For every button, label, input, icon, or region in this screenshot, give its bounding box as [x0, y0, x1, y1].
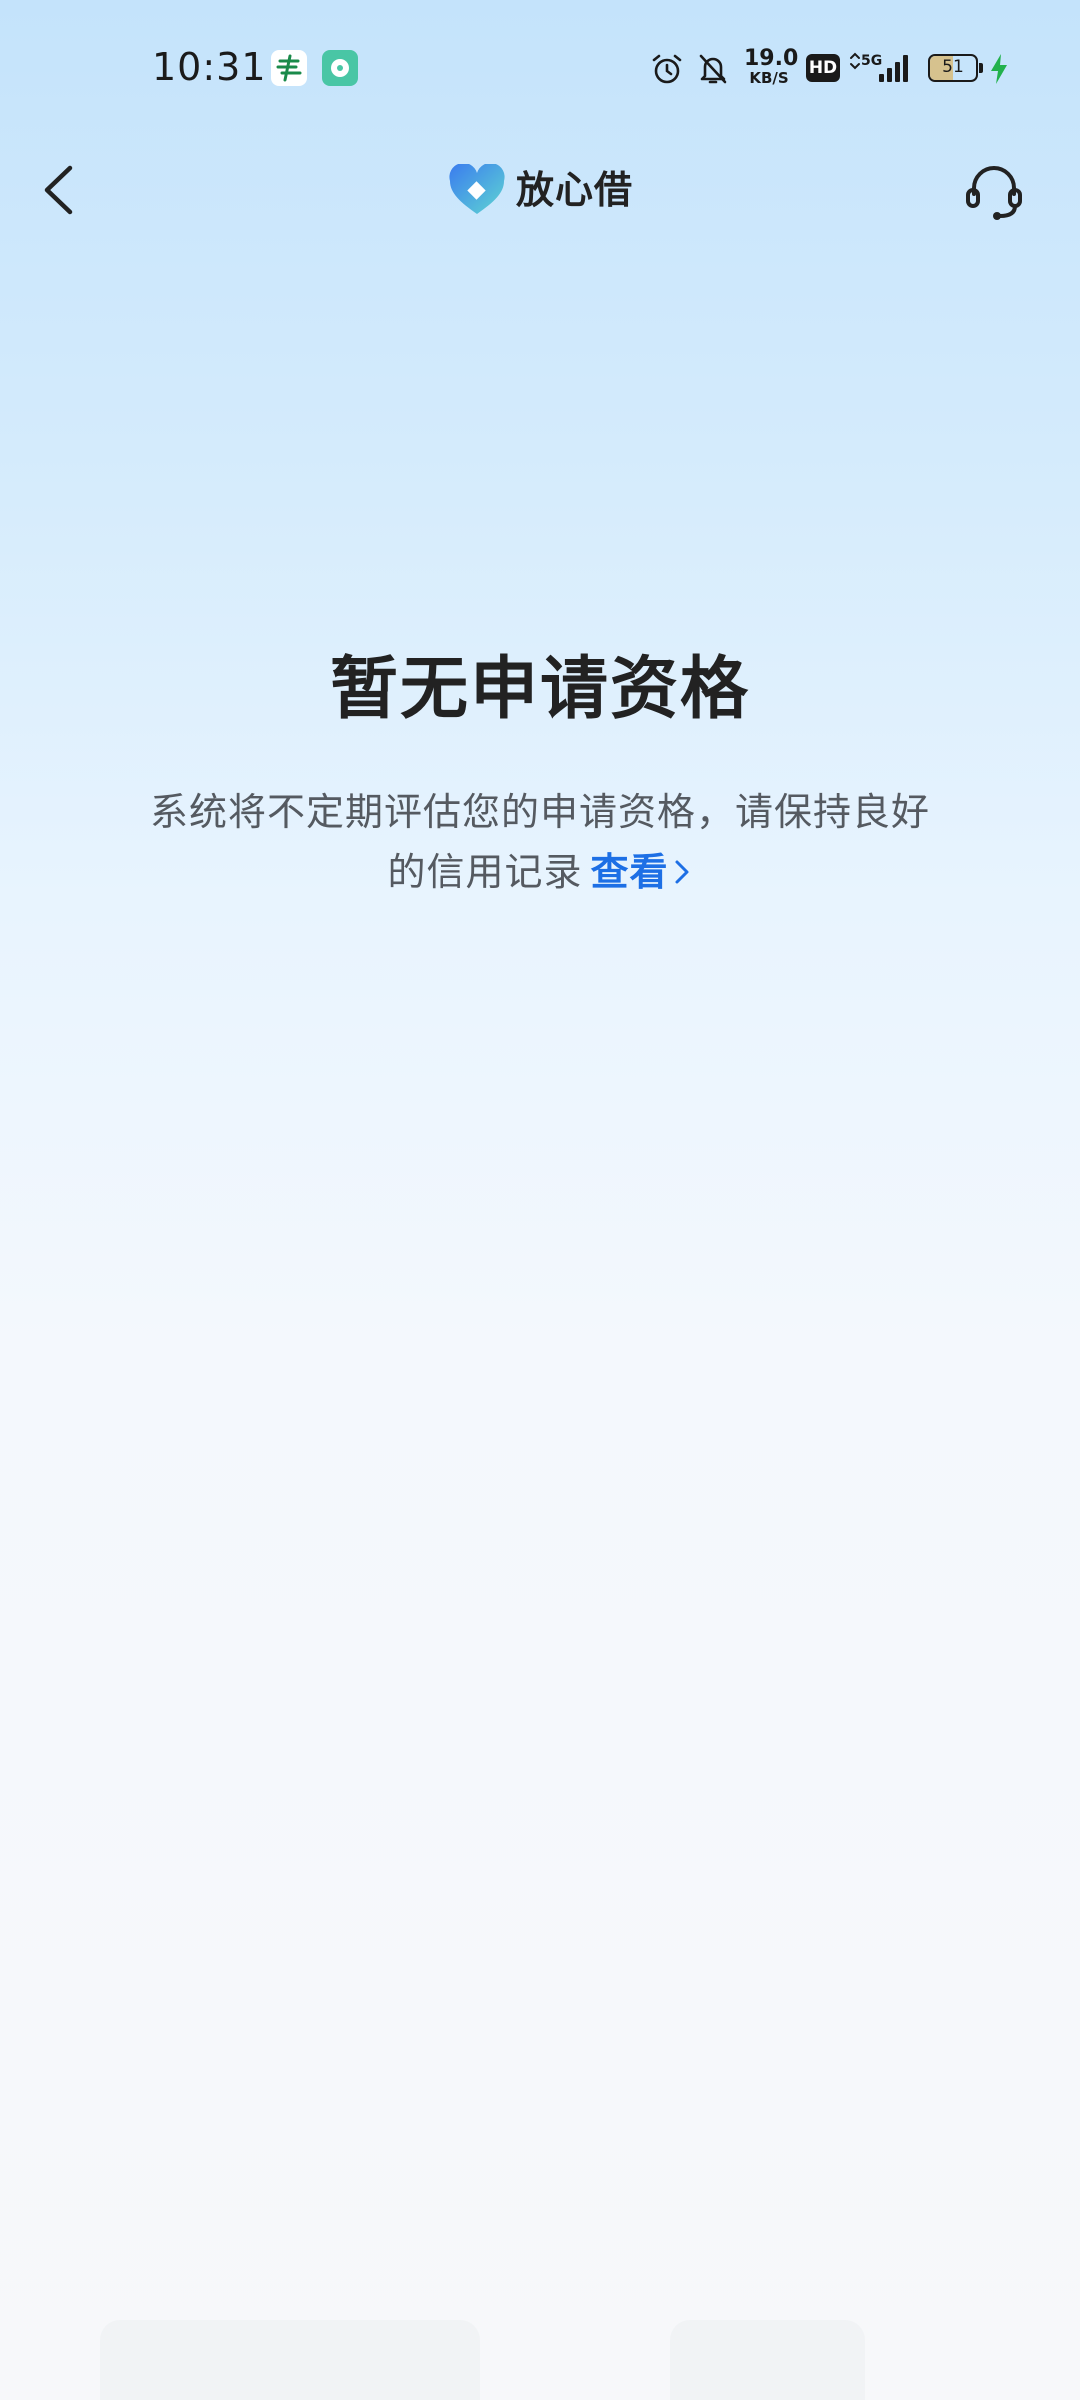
status-time: 10:31	[152, 45, 267, 89]
network-speed-unit: KB/S	[749, 69, 789, 87]
page-title: 暂无申请资格	[329, 650, 750, 729]
signal-5g-icon: 5G	[850, 52, 908, 82]
battery-tip	[979, 63, 983, 73]
view-link-label: 查看	[590, 850, 669, 894]
description: 系统将不定期评估您的申请资格，请保持良好的信用记录 查看	[150, 782, 930, 902]
music-app-icon	[322, 50, 358, 86]
battery-level: 51	[942, 57, 964, 77]
charging-icon	[991, 54, 1007, 84]
post-office-icon	[271, 50, 307, 86]
nav-bar: 放心借	[0, 140, 1080, 240]
headset-icon	[966, 166, 1022, 220]
brand-name: 放心借	[516, 168, 634, 212]
chevron-left-icon	[44, 165, 73, 215]
status-bar: 10:31 19.0 KB/S HD 5G 51	[0, 0, 1080, 140]
network-speed-value: 19.0	[744, 46, 799, 71]
chevron-right-icon	[675, 860, 689, 884]
bottom-placeholder-left	[100, 2320, 480, 2400]
hd-icon: HD	[806, 54, 840, 82]
bottom-placeholder-right	[670, 2320, 865, 2400]
battery-icon: 51	[928, 54, 978, 82]
back-button[interactable]	[30, 160, 90, 220]
bell-muted-icon	[699, 54, 727, 84]
customer-service-button[interactable]	[962, 158, 1026, 222]
view-link[interactable]: 查看	[591, 850, 693, 894]
heart-logo-icon	[449, 164, 505, 214]
alarm-icon	[652, 54, 682, 84]
network-speed: 19.0 KB/S	[744, 46, 799, 87]
description-text: 系统将不定期评估您的申请资格，请保持良好的信用记录	[150, 790, 931, 894]
signal-label: 5G	[861, 53, 882, 69]
